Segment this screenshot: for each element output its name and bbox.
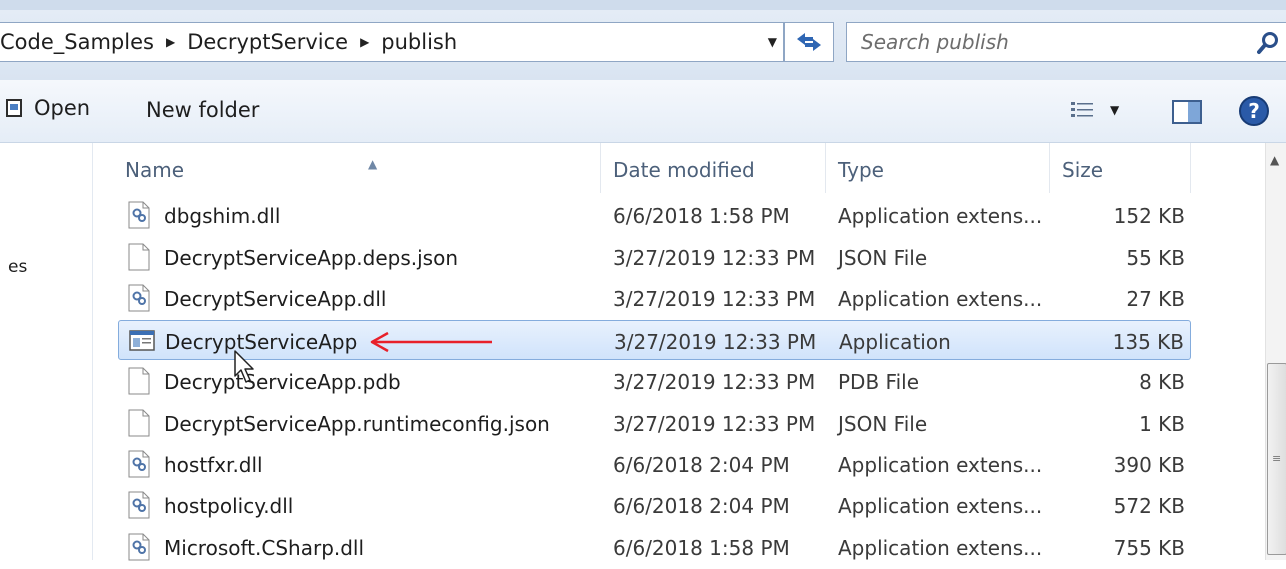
file-size: 572 KB	[1113, 494, 1185, 518]
open-button[interactable]: Open	[6, 96, 90, 120]
file-name: hostfxr.dll	[164, 453, 263, 477]
file-type: Application extens...	[838, 494, 1043, 518]
address-region: Code_Samples ▶ DecryptService ▶ publish …	[0, 10, 1286, 80]
preview-pane-icon	[1172, 100, 1202, 124]
breadcrumb-code-samples[interactable]: Code_Samples	[0, 30, 154, 54]
column-header-date[interactable]: Date modified	[601, 143, 826, 193]
file-name: Microsoft.CSharp.dll	[164, 536, 365, 560]
refresh-button[interactable]	[784, 22, 834, 62]
chevron-down-icon[interactable]: ▼	[768, 35, 777, 49]
file-name: DecryptServiceApp.dll	[164, 287, 387, 311]
file-name: DecryptServiceApp.deps.json	[164, 246, 459, 270]
grip-icon: ≡	[1272, 452, 1282, 465]
file-size: 755 KB	[1113, 536, 1185, 560]
file-row[interactable]: hostpolicy.dll 6/6/2018 2:04 PM Applicat…	[118, 485, 1191, 525]
file-date: 6/6/2018 1:58 PM	[613, 536, 790, 560]
file-type: JSON File	[838, 412, 928, 436]
column-header-type[interactable]: Type	[826, 143, 1050, 193]
file-name: dbgshim.dll	[164, 204, 281, 228]
file-date: 3/27/2019 12:33 PM	[613, 246, 816, 270]
file-row[interactable]: hostfxr.dll 6/6/2018 2:04 PM Application…	[118, 444, 1191, 484]
file-row[interactable]: DecryptServiceApp.deps.json 3/27/2019 12…	[118, 237, 1191, 277]
column-header-row: ▲ Name Date modified Type Size	[93, 143, 1265, 193]
command-toolbar: Open New folder ▼ ?	[0, 80, 1286, 143]
file-row-selected[interactable]: DecryptServiceApp 3/27/2019 12:33 PM App…	[118, 320, 1191, 360]
search-icon[interactable]	[1257, 31, 1279, 55]
file-date: 6/6/2018 2:04 PM	[613, 453, 790, 477]
file-name: DecryptServiceApp.runtimeconfig.json	[164, 412, 550, 436]
views-icon	[1071, 102, 1093, 117]
open-label: Open	[34, 96, 91, 120]
refresh-icon	[797, 33, 821, 51]
dll-icon	[128, 450, 150, 478]
dll-icon	[128, 491, 150, 519]
search-box[interactable]	[846, 22, 1286, 62]
dll-icon	[128, 533, 150, 561]
svg-text:?: ?	[1248, 99, 1260, 123]
views-button[interactable]: ▼	[1070, 100, 1119, 120]
dll-icon	[128, 201, 150, 229]
column-header-size[interactable]: Size	[1050, 143, 1191, 193]
file-size: 390 KB	[1113, 453, 1185, 477]
file-row[interactable]: DecryptServiceApp.runtimeconfig.json 3/2…	[118, 403, 1191, 443]
navigation-pane: es	[0, 143, 92, 560]
breadcrumb-publish[interactable]: publish	[381, 30, 457, 54]
file-type: Application extens...	[838, 536, 1043, 560]
breadcrumb-separator-icon[interactable]: ▶	[166, 35, 175, 49]
file-date: 3/27/2019 12:33 PM	[613, 412, 816, 436]
file-icon	[128, 367, 150, 395]
address-bar[interactable]: Code_Samples ▶ DecryptService ▶ publish …	[0, 22, 784, 62]
search-input[interactable]	[859, 29, 1243, 55]
file-list: ▲ Name Date modified Type Size dbgshim.d…	[93, 143, 1265, 561]
file-type: PDB File	[838, 370, 920, 394]
application-icon	[129, 330, 155, 351]
breadcrumb-decryptservice[interactable]: DecryptService	[187, 30, 348, 54]
file-name: DecryptServiceApp	[165, 330, 358, 354]
open-icon	[6, 99, 22, 117]
file-row[interactable]: DecryptServiceApp.dll 3/27/2019 12:33 PM…	[118, 278, 1191, 318]
file-size: 152 KB	[1113, 204, 1185, 228]
file-name: DecryptServiceApp.pdb	[164, 370, 401, 394]
file-type: JSON File	[838, 246, 928, 270]
file-date: 3/27/2019 12:33 PM	[613, 370, 816, 394]
nav-item-partial[interactable]: es	[8, 257, 27, 277]
file-size: 27 KB	[1126, 287, 1185, 311]
file-type: Application	[839, 330, 951, 354]
preview-pane-button[interactable]	[1172, 100, 1202, 128]
help-icon: ?	[1239, 96, 1269, 126]
file-date: 3/27/2019 12:33 PM	[614, 330, 817, 354]
dll-icon	[128, 284, 150, 312]
file-date: 6/6/2018 1:58 PM	[613, 204, 790, 228]
file-row[interactable]: dbgshim.dll 6/6/2018 1:58 PM Application…	[118, 195, 1191, 235]
file-type: Application extens...	[838, 287, 1043, 311]
scroll-up-icon[interactable]: ▲	[1270, 153, 1279, 167]
vertical-scrollbar[interactable]: ▲ ≡	[1265, 143, 1286, 560]
file-size: 55 KB	[1126, 246, 1185, 270]
file-name: hostpolicy.dll	[164, 494, 294, 518]
file-row[interactable]: Microsoft.CSharp.dll 6/6/2018 1:58 PM Ap…	[118, 527, 1191, 567]
new-folder-button[interactable]: New folder	[146, 98, 259, 122]
file-icon	[128, 243, 150, 271]
help-button[interactable]: ?	[1238, 95, 1270, 131]
file-size: 8 KB	[1139, 370, 1185, 394]
sort-ascending-icon: ▲	[368, 157, 378, 171]
mouse-cursor-icon	[234, 350, 254, 383]
file-row[interactable]: DecryptServiceApp.pdb 3/27/2019 12:33 PM…	[118, 361, 1191, 401]
file-date: 3/27/2019 12:33 PM	[613, 287, 816, 311]
annotation-arrow-icon	[370, 331, 492, 353]
file-type: Application extens...	[838, 453, 1043, 477]
file-size: 1 KB	[1139, 412, 1185, 436]
file-size: 135 KB	[1112, 330, 1184, 354]
window-top-strip	[0, 0, 1286, 10]
file-icon	[128, 409, 150, 437]
breadcrumb-separator-icon[interactable]: ▶	[360, 35, 369, 49]
column-header-name[interactable]: ▲ Name	[113, 143, 601, 193]
scrollbar-thumb[interactable]: ≡	[1267, 363, 1286, 555]
views-dropdown-icon[interactable]: ▼	[1110, 103, 1119, 117]
file-type: Application extens...	[838, 204, 1043, 228]
file-date: 6/6/2018 2:04 PM	[613, 494, 790, 518]
